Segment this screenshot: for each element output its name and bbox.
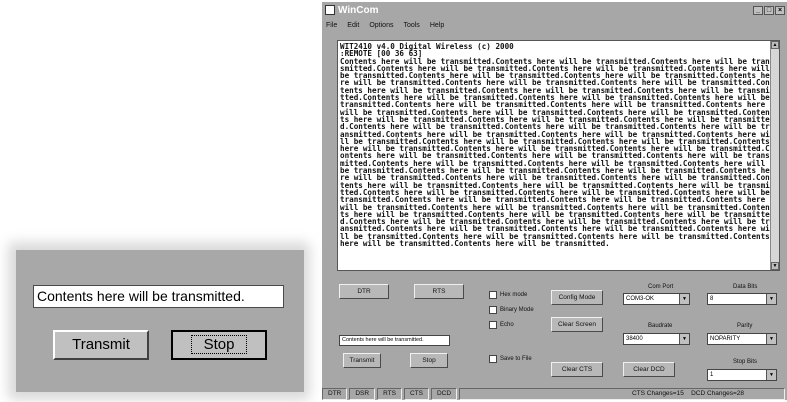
transmit-text-field-zoomed[interactable]: Contents here will be transmitted. [33,285,284,308]
minimize-icon[interactable]: _ [753,5,763,15]
com-port-select[interactable]: COM3-OK ▼ [623,293,690,305]
echo-checkbox[interactable]: Echo [489,321,514,329]
clear-dcd-button[interactable]: Clear DCD [623,362,675,377]
terminal-body: Contents here will be transmitted.Conten… [340,56,770,249]
rts-button[interactable]: RTS [414,284,464,299]
status-dcd: DCD [430,388,458,400]
baudrate-label: Baudrate [648,323,673,329]
config-mode-button[interactable]: Config Mode [551,290,603,305]
status-dtr: DTR [322,388,348,400]
chevron-down-icon[interactable]: ▼ [766,294,776,304]
menu-edit[interactable]: Edit [347,22,359,29]
stop-button-zoomed-label: Stop [190,335,248,354]
chevron-down-icon[interactable]: ▼ [679,334,689,344]
menu-bar: File Edit Options Tools Help [322,18,787,32]
status-rts: RTS [377,388,402,400]
stop-bits-select[interactable]: 1 ▼ [707,369,777,381]
data-bits-value: 8 [710,296,714,302]
binary-mode-label: Binary Mode [500,307,534,313]
chevron-down-icon[interactable]: ▼ [766,370,776,380]
status-changes: CTS Changes=15 DCD Changes=28 [459,388,785,400]
hex-mode-label: Hex mode [500,292,528,298]
menu-file[interactable]: File [326,22,337,29]
dtr-button[interactable]: DTR [339,284,389,299]
menu-options[interactable]: Options [369,22,393,29]
parity-value: NOPARITY [710,336,741,342]
window-title: WinCom [338,4,379,16]
clear-screen-button[interactable]: Clear Screen [551,317,603,332]
maximize-icon[interactable]: □ [764,5,774,15]
menu-help[interactable]: Help [430,22,444,29]
app-icon [325,5,335,15]
stop-button[interactable]: Stop [410,353,448,368]
chevron-down-icon[interactable]: ▼ [679,294,689,304]
baudrate-select[interactable]: 38400 ▼ [623,333,690,345]
binary-mode-checkbox[interactable]: Binary Mode [489,306,534,314]
title-bar: WinCom _ □ × [322,2,787,18]
com-port-label: Com Port [648,284,674,290]
status-dsr: DSR [349,388,376,400]
cts-changes: CTS Changes=15 [631,390,684,397]
hex-mode-checkbox[interactable]: Hex mode [489,291,527,299]
terminal-scrollbar[interactable]: ▲ ▼ [770,41,779,270]
stop-bits-value: 1 [710,372,714,378]
parity-select[interactable]: NOPARITY ▼ [707,333,777,345]
parity-label: Parity [737,323,753,329]
terminal-text: WIT2410 v4.0 Digital Wireless (c) 2000 :… [340,43,770,248]
transmit-button[interactable]: Transmit [343,353,381,368]
dcd-changes: DCD Changes=28 [691,390,744,397]
scroll-up-icon[interactable]: ▲ [771,41,779,49]
zoom-panel: Contents here will be transmitted. Trans… [16,250,304,392]
save-to-file-label: Save to File [500,356,532,362]
scroll-down-icon[interactable]: ▼ [771,262,779,270]
send-text-field[interactable]: Contents here will be transmitted. [339,335,450,346]
status-cts: CTS [403,388,429,400]
stop-button-zoomed[interactable]: Stop [171,330,267,360]
menu-tools[interactable]: Tools [403,22,419,29]
terminal-output[interactable]: WIT2410 v4.0 Digital Wireless (c) 2000 :… [337,40,780,271]
wincom-window: WinCom _ □ × File Edit Options Tools Hel… [322,2,787,400]
stop-bits-label: Stop Bits [733,359,758,365]
clear-cts-button[interactable]: Clear CTS [551,362,603,377]
close-icon[interactable]: × [775,5,785,15]
save-to-file-checkbox[interactable]: Save to File [489,355,532,363]
baudrate-value: 38400 [626,336,643,342]
status-bar: DTR DSR RTS CTS DCD CTS Changes=15 DCD C… [322,388,787,400]
transmit-button-zoomed[interactable]: Transmit [53,330,149,360]
chevron-down-icon[interactable]: ▼ [766,334,776,344]
data-bits-label: Data Bits [733,284,758,290]
com-port-value: COM3-OK [626,296,655,302]
data-bits-select[interactable]: 8 ▼ [707,293,777,305]
echo-label: Echo [500,322,514,328]
